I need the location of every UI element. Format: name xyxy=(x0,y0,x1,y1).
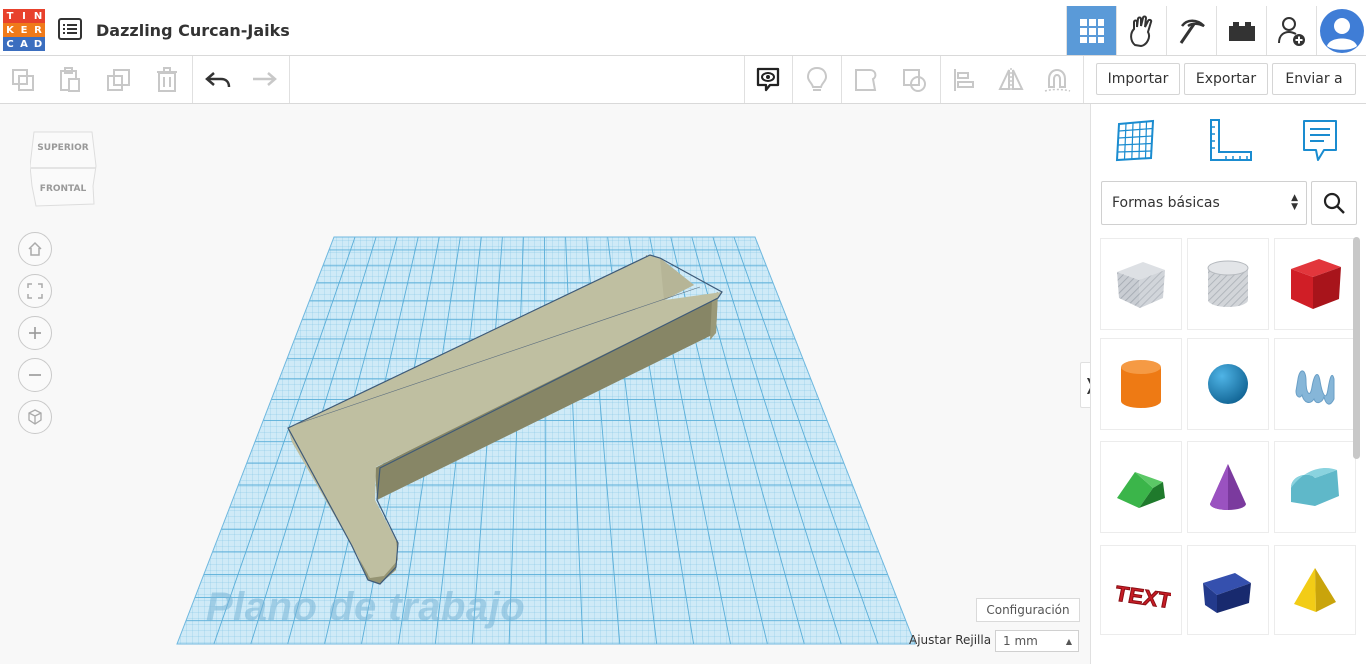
workplane-label: Plano de trabajo xyxy=(206,585,526,629)
scribble-shape[interactable] xyxy=(1274,338,1356,430)
roof-shape[interactable] xyxy=(1100,441,1182,533)
paste-icon[interactable] xyxy=(47,56,93,103)
project-title[interactable]: Dazzling Curcan-Jaiks xyxy=(96,21,290,40)
logo-letter: N xyxy=(31,9,45,23)
wedge-shape[interactable] xyxy=(1187,545,1269,635)
fit-view-icon[interactable] xyxy=(18,274,52,308)
viewcube-top-label[interactable]: SUPERIOR xyxy=(37,143,88,153)
zoom-out-icon[interactable] xyxy=(18,358,52,392)
logo-letter: C xyxy=(3,37,17,51)
header-bar: TINKERCAD Dazzling Curcan-Jaiks xyxy=(0,6,1366,56)
send-to-button[interactable]: Enviar a xyxy=(1272,63,1356,95)
logo-letter: R xyxy=(31,23,45,37)
snap-grid-label: Ajustar Rejilla xyxy=(909,633,992,647)
cruise-magnet-icon[interactable] xyxy=(1034,56,1080,103)
redo-icon[interactable] xyxy=(241,56,287,103)
ruler-icon[interactable] xyxy=(1207,118,1253,169)
logo-letter: I xyxy=(17,9,31,23)
panel-scrollbar[interactable] xyxy=(1353,237,1360,459)
box-hole-shape[interactable] xyxy=(1100,238,1182,330)
select-arrows-icon: ▲ ▼ xyxy=(1291,193,1298,212)
cone-shape[interactable] xyxy=(1187,441,1269,533)
shapes-panel: Formas básicas ▲ ▼ TEXT xyxy=(1090,104,1366,664)
3d-viewport[interactable] xyxy=(0,104,1090,664)
caret-up-icon: ▲ xyxy=(1065,637,1072,646)
duplicate-icon[interactable] xyxy=(96,56,142,103)
svg-text:TEXT: TEXT xyxy=(1115,581,1171,608)
view-cube[interactable]: SUPERIOR FRONTAL xyxy=(29,128,98,213)
pyramid-shape[interactable] xyxy=(1274,545,1356,635)
notes-visibility-icon[interactable] xyxy=(745,56,791,103)
cylinder-shape[interactable] xyxy=(1100,338,1182,430)
viewcube-front-label[interactable]: FRONTAL xyxy=(40,184,87,194)
delete-icon[interactable] xyxy=(144,56,190,103)
search-icon xyxy=(1323,192,1345,214)
bricks-icon[interactable] xyxy=(1216,6,1266,55)
sphere-shape[interactable] xyxy=(1187,338,1269,430)
pickaxe-icon[interactable] xyxy=(1166,6,1216,55)
tinkercad-logo[interactable]: TINKERCAD xyxy=(3,9,45,51)
undo-icon[interactable] xyxy=(195,56,241,103)
perspective-icon[interactable] xyxy=(18,400,52,434)
search-shapes-button[interactable] xyxy=(1311,181,1357,225)
tinker-hand-icon[interactable] xyxy=(1116,6,1166,55)
group-icon[interactable] xyxy=(843,56,889,103)
logo-letter: D xyxy=(31,37,45,51)
import-button[interactable]: Importar xyxy=(1096,63,1180,95)
grid-view-icon[interactable] xyxy=(1066,6,1116,55)
copy-icon[interactable] xyxy=(0,56,46,103)
edit-toolbar: Importar Exportar Enviar a xyxy=(0,56,1366,104)
ungroup-icon[interactable] xyxy=(891,56,937,103)
align-icon[interactable] xyxy=(941,56,987,103)
logo-letter: A xyxy=(17,37,31,51)
snap-grid-value: 1 mm xyxy=(1003,634,1038,648)
logo-letter: T xyxy=(3,9,17,23)
shape-category-select[interactable]: Formas básicas ▲ ▼ xyxy=(1101,181,1307,225)
settings-button[interactable]: Configuración xyxy=(976,598,1080,622)
text-shape[interactable]: TEXT xyxy=(1100,545,1182,635)
export-button[interactable]: Exportar xyxy=(1184,63,1268,95)
user-avatar-icon[interactable] xyxy=(1316,6,1366,55)
lightbulb-icon[interactable] xyxy=(794,56,840,103)
snap-grid-select[interactable]: 1 mm ▲ xyxy=(995,630,1079,652)
add-user-icon[interactable] xyxy=(1266,6,1316,55)
home-view-icon[interactable] xyxy=(18,232,52,266)
round-roof-shape[interactable] xyxy=(1274,441,1356,533)
mirror-icon[interactable] xyxy=(988,56,1034,103)
workplane-tool-icon[interactable] xyxy=(1113,118,1157,167)
notes-icon[interactable] xyxy=(1300,118,1340,169)
cylinder-hole-shape[interactable] xyxy=(1187,238,1269,330)
shape-category-value: Formas básicas xyxy=(1112,195,1220,211)
design-list-icon[interactable] xyxy=(58,18,82,40)
logo-letter: E xyxy=(17,23,31,37)
zoom-in-icon[interactable] xyxy=(18,316,52,350)
logo-letter: K xyxy=(3,23,17,37)
box-shape[interactable] xyxy=(1274,238,1356,330)
